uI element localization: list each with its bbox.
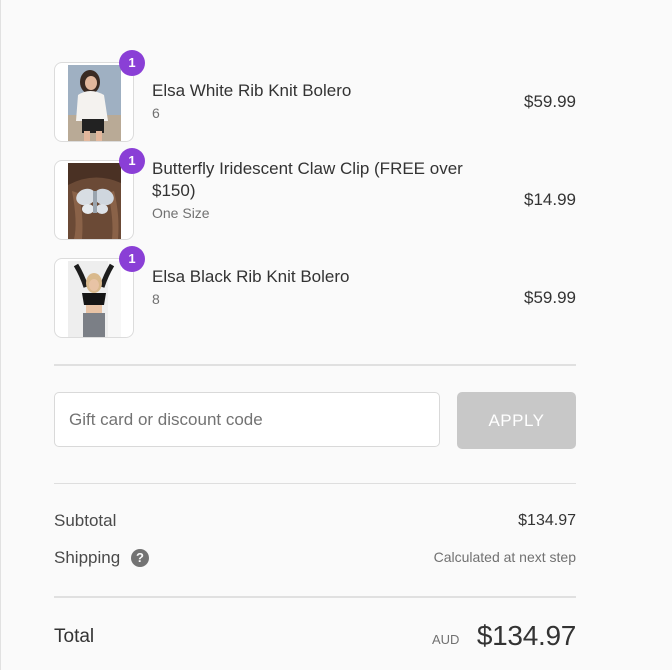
line-item: 1 Elsa White Rib Knit Bolero 6 $59.99 <box>54 50 576 144</box>
product-photo-woman-black-bolero <box>68 261 121 337</box>
product-title: Butterfly Iridescent Claw Clip (FREE ove… <box>152 159 463 200</box>
product-thumbnail <box>54 62 134 142</box>
subtotal-value: $134.97 <box>518 512 576 529</box>
product-thumbnail <box>54 160 134 240</box>
product-price: $59.99 <box>524 288 576 307</box>
product-variant: One Size <box>152 205 210 221</box>
product-photo-woman-white-bolero <box>68 65 121 141</box>
quantity-badge: 1 <box>119 148 145 174</box>
product-price: $14.99 <box>524 190 576 209</box>
subtotal-label: Subtotal <box>54 511 117 530</box>
line-item: 1 Butterfly Iridescent Claw Clip (FREE o… <box>54 148 576 242</box>
product-title: Elsa Black Rib Knit Bolero <box>152 267 350 286</box>
apply-discount-button[interactable]: APPLY <box>457 392 576 449</box>
shipping-value: Calculated at next step <box>433 549 576 565</box>
product-price: $59.99 <box>524 92 576 111</box>
product-variant: 6 <box>152 105 160 121</box>
product-info: Elsa Black Rib Knit Bolero 8 <box>152 266 492 309</box>
total-label: Total <box>54 626 95 647</box>
product-thumbnail <box>54 258 134 338</box>
section-divider <box>54 483 576 484</box>
product-info: Elsa White Rib Knit Bolero 6 <box>152 80 492 123</box>
product-title: Elsa White Rib Knit Bolero <box>152 81 352 100</box>
total-currency: AUD <box>432 632 460 647</box>
section-divider <box>54 364 576 366</box>
product-variant: 8 <box>152 291 160 307</box>
section-divider <box>54 596 576 598</box>
shipping-label: Shipping <box>54 548 121 567</box>
line-item: 1 Elsa Black Rib Knit Bolero 8 $59.99 <box>54 246 576 340</box>
product-photo-butterfly-clip <box>68 163 121 239</box>
product-info: Butterfly Iridescent Claw Clip (FREE ove… <box>152 158 492 223</box>
total-amount: $134.97 <box>476 620 576 651</box>
question-mark-icon[interactable]: ? <box>131 549 149 567</box>
quantity-badge: 1 <box>119 246 145 272</box>
discount-code-input[interactable] <box>54 392 440 447</box>
sidebar-left-border <box>0 0 1 670</box>
quantity-badge: 1 <box>119 50 145 76</box>
